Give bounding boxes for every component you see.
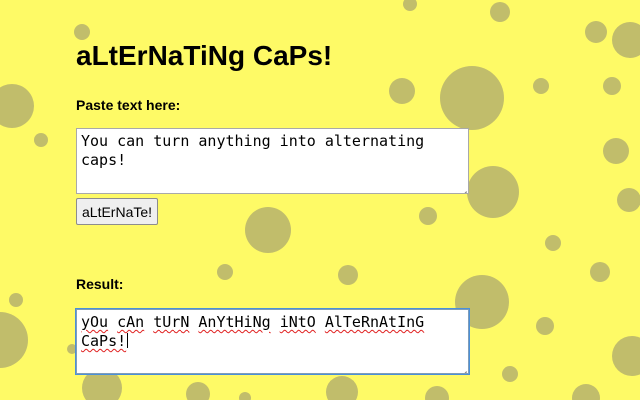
input-label: Paste text here:: [76, 97, 181, 113]
result-word: yOu: [81, 313, 109, 331]
resize-grip-icon[interactable]: [457, 182, 467, 192]
text-cursor: [127, 333, 129, 348]
result-word: AlTeRnAtInG: [324, 313, 425, 331]
result-word: cAn: [117, 313, 145, 331]
result-label: Result:: [76, 276, 124, 292]
result-word: iNtO: [279, 313, 316, 331]
result-word: tUrN: [153, 313, 190, 331]
input-text: You can turn anything into alternating c…: [81, 132, 434, 169]
input-textarea[interactable]: You can turn anything into alternating c…: [76, 128, 469, 194]
page-title: aLtErNaTiNg CaPs!: [76, 40, 333, 71]
alternate-button[interactable]: aLtErNaTe!: [76, 198, 159, 225]
result-word: AnYtHiNg: [198, 313, 271, 331]
result-word: CaPs!: [81, 332, 127, 350]
main-content: aLtErNaTiNg CaPs! Paste text here: You c…: [0, 0, 640, 400]
result-textarea[interactable]: yOu cAn tUrN AnYtHiNg iNtO AlTeRnAtInG C…: [75, 308, 470, 375]
resize-grip-icon[interactable]: [457, 362, 467, 372]
